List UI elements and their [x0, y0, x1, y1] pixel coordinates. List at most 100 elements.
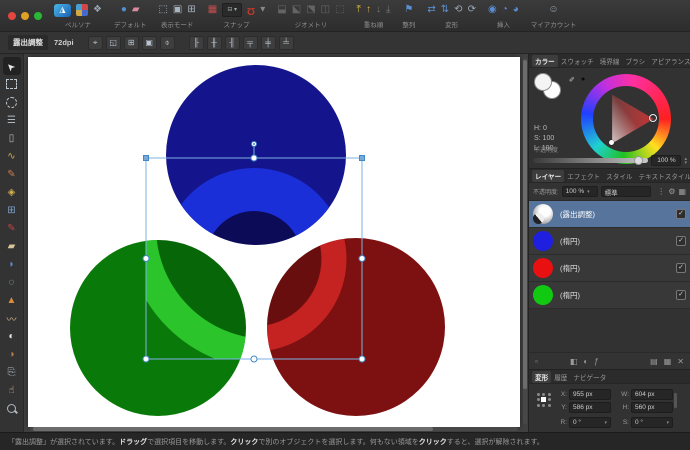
selection-handle[interactable]	[143, 155, 149, 161]
boolean-divide-icon[interactable]: ◫	[321, 3, 330, 17]
liquify-persona-icon[interactable]	[76, 4, 88, 16]
move-forward-icon[interactable]: ↑	[366, 3, 371, 17]
color-opacity-value[interactable]: 100 %	[651, 155, 682, 166]
flip-horizontal-icon[interactable]: ⇄	[427, 3, 435, 17]
export-persona-icon[interactable]: ❖	[93, 3, 102, 17]
default-brush-icon[interactable]: ▰	[132, 3, 140, 17]
color-tab-2[interactable]: 境界線	[597, 55, 623, 67]
layer-lock-icon[interactable]: ▦	[678, 187, 686, 196]
anchor-point-selector[interactable]	[536, 392, 552, 408]
vector-view-icon[interactable]: ⬚	[158, 3, 167, 17]
lightness-selector-dot[interactable]	[609, 140, 614, 145]
burn-tool[interactable]: ◑	[3, 345, 21, 363]
selection-handle[interactable]	[358, 255, 366, 262]
layer-row-0[interactable]: (露出調整) ✓	[529, 201, 690, 228]
color-tab-1[interactable]: スウォッチ	[558, 55, 597, 67]
alignment-icon[interactable]: ⚑	[404, 3, 413, 17]
layers-tab-0[interactable]: レイヤー	[532, 169, 565, 182]
snap-grid-icon[interactable]: ▦	[208, 3, 217, 17]
color-tab-3[interactable]: ブラシ	[623, 55, 649, 67]
opacity-stepper[interactable]: ▴ ▾	[684, 156, 687, 165]
hue-selector-ring[interactable]	[649, 114, 657, 122]
retina-view-icon[interactable]: ⊞	[187, 3, 195, 17]
align-top-icon[interactable]: ╤	[242, 35, 258, 50]
transform-field-w[interactable]: 604 px	[631, 389, 673, 400]
insert-behind-icon[interactable]: ◉	[488, 3, 497, 17]
minimize-window-button[interactable]	[21, 11, 29, 20]
column-marquee-tool[interactable]: ▯	[3, 129, 21, 147]
delete-layer-icon[interactable]: ✕	[677, 357, 684, 366]
aspect-lock-icon[interactable]	[674, 393, 677, 408]
selection-handle[interactable]	[359, 155, 365, 161]
transform-field-y[interactable]: 586 px	[569, 402, 611, 413]
transform-field-r[interactable]: 0 ° ▾	[569, 417, 611, 428]
align-right-icon[interactable]: ╢	[224, 35, 240, 50]
sharpen-tool[interactable]: ▲	[3, 291, 21, 309]
layers-opacity-select[interactable]: 100 % ▾	[561, 186, 598, 197]
show-rotation-icon[interactable]: ⌽	[159, 35, 175, 50]
layer-visibility-checkbox[interactable]: ✓	[676, 290, 686, 300]
opacity-slider-knob[interactable]	[634, 156, 644, 165]
align-bottom-icon[interactable]: ╧	[278, 35, 294, 50]
snap-magnet-icon[interactable]: Ω	[247, 3, 255, 17]
zoom-window-button[interactable]	[34, 11, 42, 20]
color-wheel[interactable]	[581, 74, 671, 164]
selection-brush-tool[interactable]: ✎	[3, 165, 21, 183]
mesh-warp-tool[interactable]: ⊞	[3, 201, 21, 219]
transform-field-s[interactable]: 0 ° ▾	[631, 417, 673, 428]
color-opacity-slider[interactable]	[533, 156, 649, 165]
snap-preset-icon[interactable]: ⊟ ▾	[222, 3, 243, 17]
rotate-cw-icon[interactable]: ⟳	[468, 3, 476, 17]
hand-tool[interactable]: ☝	[3, 381, 21, 399]
paint-brush-tool[interactable]: ✎	[3, 219, 21, 237]
blend-mode-select[interactable]: 標準	[600, 186, 652, 197]
selection-handle[interactable]	[250, 355, 258, 363]
secondary-color-dot[interactable]: ●	[581, 76, 585, 83]
move-backward-icon[interactable]: ↓	[376, 3, 381, 17]
move-tool[interactable]: ➤	[2, 57, 21, 75]
boolean-add-icon[interactable]: ⬓	[277, 3, 286, 17]
layer-visibility-checkbox[interactable]: ✓	[676, 236, 686, 246]
vertical-scrollbar[interactable]	[523, 58, 527, 424]
close-window-button[interactable]	[8, 11, 16, 20]
adjustment-layer-thumbnail[interactable]	[533, 204, 553, 224]
snap-caret-icon[interactable]: ▾	[260, 3, 265, 17]
transform-field-h[interactable]: 560 px	[631, 402, 673, 413]
move-to-front-icon[interactable]: ⤒	[357, 3, 361, 17]
photo-persona-icon[interactable]: ◮	[54, 3, 71, 17]
eyedropper-icon[interactable]: ✐	[569, 76, 575, 84]
smudge-tool[interactable]: 〰	[3, 309, 21, 327]
blur-tool[interactable]: ◌	[3, 273, 21, 291]
layer-options-icon[interactable]: ⋮	[657, 187, 665, 196]
layer-row-2[interactable]: (楕円) ✓	[529, 255, 690, 282]
selection-handle[interactable]	[142, 355, 150, 363]
transform-tab-1[interactable]: 履歴	[551, 371, 570, 383]
new-group-icon[interactable]: ▦	[664, 357, 672, 366]
align-middle-icon[interactable]: ╪	[260, 35, 276, 50]
adjustment-layer-icon[interactable]: ◐	[583, 357, 588, 366]
selection-handle[interactable]	[250, 154, 258, 162]
pixel-view-icon[interactable]: ▣	[173, 3, 182, 17]
clone-tool[interactable]: ⎘	[3, 363, 21, 381]
lasso-tool[interactable]: ∿	[3, 147, 21, 165]
dodge-tool[interactable]: ◐	[3, 327, 21, 345]
ellipse-layer-thumbnail[interactable]	[533, 231, 553, 251]
transform-tab-0[interactable]: 変形	[532, 370, 552, 383]
layer-row-3[interactable]: (楕円) ✓	[529, 282, 690, 309]
insert-top-icon[interactable]: ◔	[502, 3, 508, 17]
ellipse-layer-thumbnail[interactable]	[533, 258, 553, 278]
row-marquee-tool[interactable]: ☰	[3, 111, 21, 129]
zoom-tool[interactable]	[3, 399, 21, 417]
flip-vertical-icon[interactable]: ⇅	[441, 3, 449, 17]
selection-handle[interactable]	[358, 355, 366, 363]
edit-all-layers-icon[interactable]: ⊞	[123, 35, 139, 50]
cycle-selection-icon[interactable]: ◱	[105, 35, 121, 50]
new-layer-icon[interactable]: ▤	[650, 357, 658, 366]
color-tab-0[interactable]: カラー	[532, 54, 558, 67]
layer-link-icon[interactable]: ▫	[535, 357, 538, 366]
align-left-icon[interactable]: ╟	[188, 35, 204, 50]
boolean-combine-icon[interactable]: ⬚	[335, 3, 344, 17]
boolean-subtract-icon[interactable]: ⬕	[292, 3, 301, 17]
marquee-ellipse-tool[interactable]	[3, 93, 21, 111]
marquee-rect-tool[interactable]	[3, 75, 21, 93]
